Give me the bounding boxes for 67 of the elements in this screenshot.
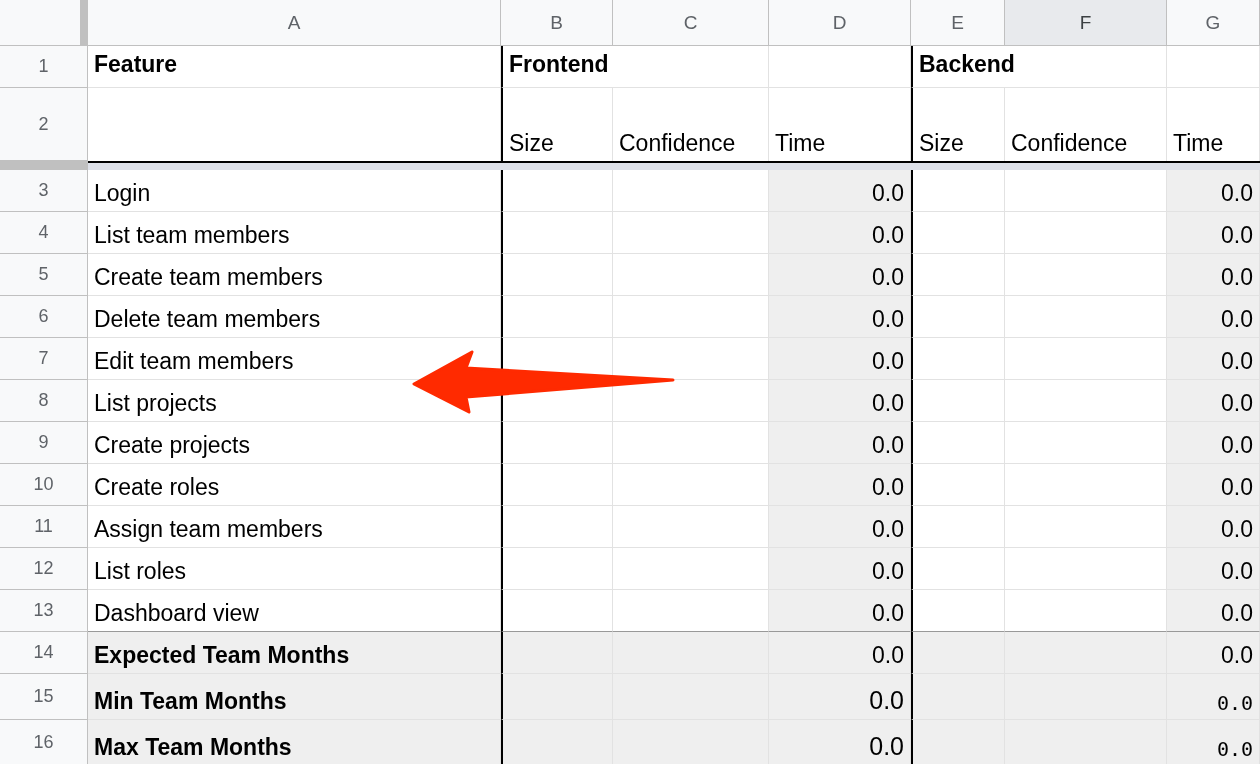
- table-cell: Assign team members: [88, 506, 501, 548]
- table-cell: Create roles: [88, 464, 501, 506]
- column-header[interactable]: D: [769, 0, 911, 46]
- table-cell: 0.0: [769, 296, 911, 338]
- table-cell: 0.0: [769, 548, 911, 590]
- row-header[interactable]: 12: [0, 548, 88, 590]
- row-header[interactable]: 1: [0, 46, 88, 88]
- table-cell: Delete team members: [88, 296, 501, 338]
- row-header[interactable]: 14: [0, 632, 88, 674]
- table-cell: 0.0: [769, 422, 911, 464]
- table-cell: Create team members: [88, 254, 501, 296]
- table-cell: 0.0: [1167, 422, 1260, 464]
- column-header[interactable]: C: [613, 0, 769, 46]
- table-cell: 0.0: [1167, 296, 1260, 338]
- table-cell: List team members: [88, 212, 501, 254]
- table-cell: 0.0: [769, 212, 911, 254]
- table-cell: 0.0: [769, 720, 911, 764]
- table-cell: Feature: [88, 46, 501, 88]
- row-header[interactable]: 7: [0, 338, 88, 380]
- table-cell: 0.0: [1167, 590, 1260, 632]
- table-cell: 0.0: [1167, 380, 1260, 422]
- table-cell: 0.0: [769, 590, 911, 632]
- row-header[interactable]: 8: [0, 380, 88, 422]
- freeze-bar[interactable]: [0, 161, 88, 170]
- row-header[interactable]: 4: [0, 212, 88, 254]
- column-header[interactable]: F: [1005, 0, 1167, 46]
- table-cell: 0.0: [769, 170, 911, 212]
- table-cell: Min Team Months: [88, 674, 501, 720]
- table-cell: List roles: [88, 548, 501, 590]
- table-cell: 0.0: [1167, 674, 1260, 720]
- row-header[interactable]: 6: [0, 296, 88, 338]
- table-cell: Backend: [911, 46, 1167, 88]
- table-cell: 0.0: [1167, 720, 1260, 764]
- row-header[interactable]: 15: [0, 674, 88, 720]
- column-header[interactable]: E: [911, 0, 1005, 46]
- column-header[interactable]: B: [501, 0, 613, 46]
- table-cell: 0.0: [769, 254, 911, 296]
- table-cell: Login: [88, 170, 501, 212]
- row-header[interactable]: 11: [0, 506, 88, 548]
- table-cell: 0.0: [769, 674, 911, 720]
- row-header[interactable]: 9: [0, 422, 88, 464]
- table-cell: Create projects: [88, 422, 501, 464]
- row-header[interactable]: 5: [0, 254, 88, 296]
- table-cell: 0.0: [1167, 254, 1260, 296]
- row-header[interactable]: 13: [0, 590, 88, 632]
- table-cell: Frontend: [501, 46, 769, 88]
- column-header[interactable]: G: [1167, 0, 1260, 46]
- select-all-corner[interactable]: [0, 0, 88, 46]
- row-header[interactable]: 3: [0, 170, 88, 212]
- table-cell: 0.0: [769, 380, 911, 422]
- table-cell: 0.0: [769, 338, 911, 380]
- table-cell: 0.0: [1167, 506, 1260, 548]
- table-cell: 0.0: [769, 506, 911, 548]
- table-cell: 0.0: [1167, 338, 1260, 380]
- table-cell: 0.0: [1167, 632, 1260, 674]
- row-header[interactable]: 2: [0, 88, 88, 161]
- table-cell: Max Team Months: [88, 720, 501, 764]
- column-header[interactable]: A: [88, 0, 501, 46]
- row-header[interactable]: 10: [0, 464, 88, 506]
- table-cell: 0.0: [1167, 170, 1260, 212]
- table-cell: 0.0: [1167, 464, 1260, 506]
- row-header[interactable]: 16: [0, 720, 88, 764]
- table-cell: 0.0: [1167, 212, 1260, 254]
- table-cell: 0.0: [1167, 548, 1260, 590]
- table-cell: 0.0: [769, 632, 911, 674]
- table-cell: Expected Team Months: [88, 632, 501, 674]
- table-cell: 0.0: [769, 464, 911, 506]
